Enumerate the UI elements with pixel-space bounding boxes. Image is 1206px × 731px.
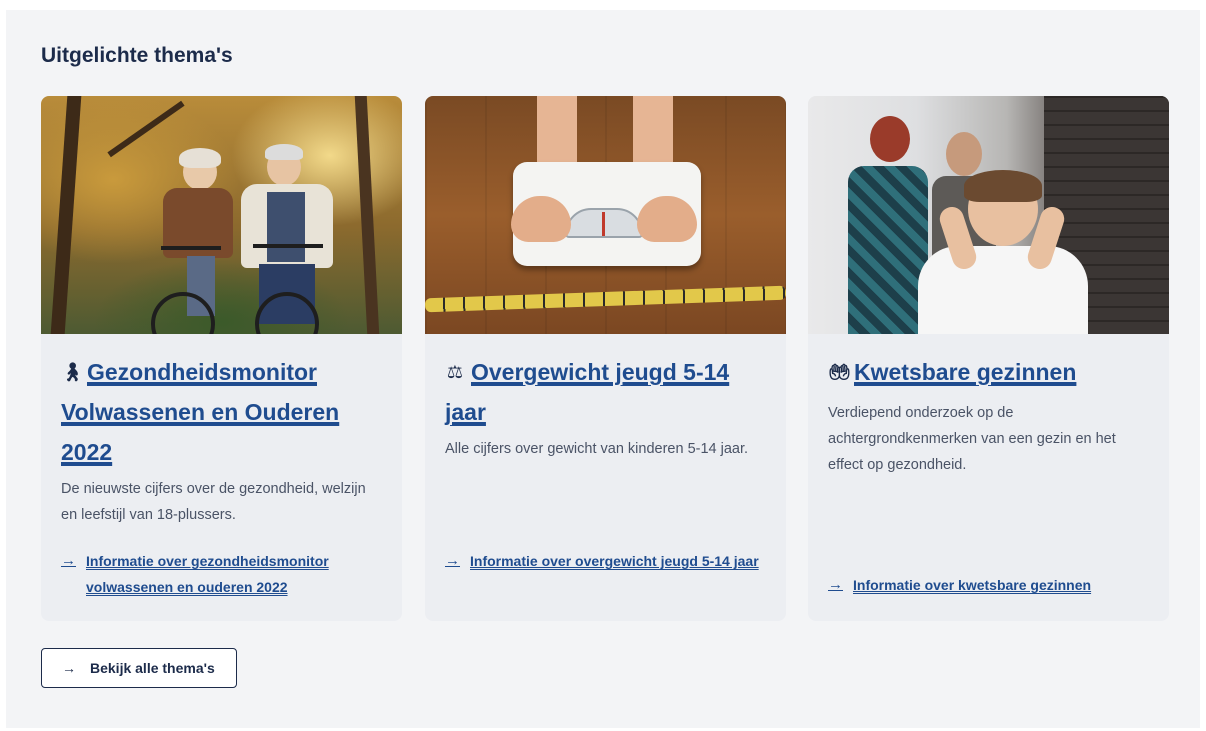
card-image-family-argument [808,96,1169,334]
section-title: Uitgelichte thema's [41,44,233,67]
card-image-weight-scale [425,96,786,334]
arrow-right-icon: → [445,552,460,569]
card-title-link[interactable]: ⚖ Overgewicht jeugd 5-14 jaar [445,352,766,432]
view-all-themes-button[interactable]: → Bekijk alle thema's [41,648,237,688]
card-image-seniors-cycling [41,96,402,334]
card-description: De nieuwste cijfers over de gezondheid, … [61,481,366,523]
card-info-link[interactable]: → Informatie over kwetsbare gezinnen [828,572,1149,598]
arrow-right-icon: → [62,660,76,676]
hands-heart-icon: 🤲︎ [828,362,851,382]
card-description: Alle cijfers over gewicht van kinderen 5… [445,441,749,457]
card-description: Verdiepend onderzoek op de achtergrondke… [828,405,1116,473]
view-all-themes-label: Bekijk alle thema's [90,660,215,676]
card-body: ⚖ Overgewicht jeugd 5-14 jaar Alle cijfer… [425,334,786,621]
theme-card-gezondheidsmonitor: 🚶︎ Gezondheidsmonitor Volwassenen en Oude… [41,96,402,621]
card-body: 🤲︎ Kwetsbare gezinnen Verdiepend onderzoe… [808,334,1169,621]
card-title-link[interactable]: 🚶︎ Gezondheidsmonitor Volwassenen en Oude… [61,352,382,472]
theme-card-kwetsbare-gezinnen: 🤲︎ Kwetsbare gezinnen Verdiepend onderzoe… [808,96,1169,621]
card-info-link[interactable]: → Informatie over gezondheidsmonitor vol… [61,548,382,600]
weight-scale-icon: ⚖ [446,362,464,382]
arrow-right-icon: → [828,576,843,593]
card-title-link[interactable]: 🤲︎ Kwetsbare gezinnen [828,352,1149,392]
arrow-right-icon: → [61,552,76,569]
card-info-link[interactable]: → Informatie over overgewicht jeugd 5-14… [445,548,766,574]
theme-card-overgewicht: ⚖ Overgewicht jeugd 5-14 jaar Alle cijfer… [425,96,786,621]
card-body: 🚶︎ Gezondheidsmonitor Volwassenen en Oude… [41,334,402,621]
person-standing-icon: 🚶︎ [61,362,84,382]
